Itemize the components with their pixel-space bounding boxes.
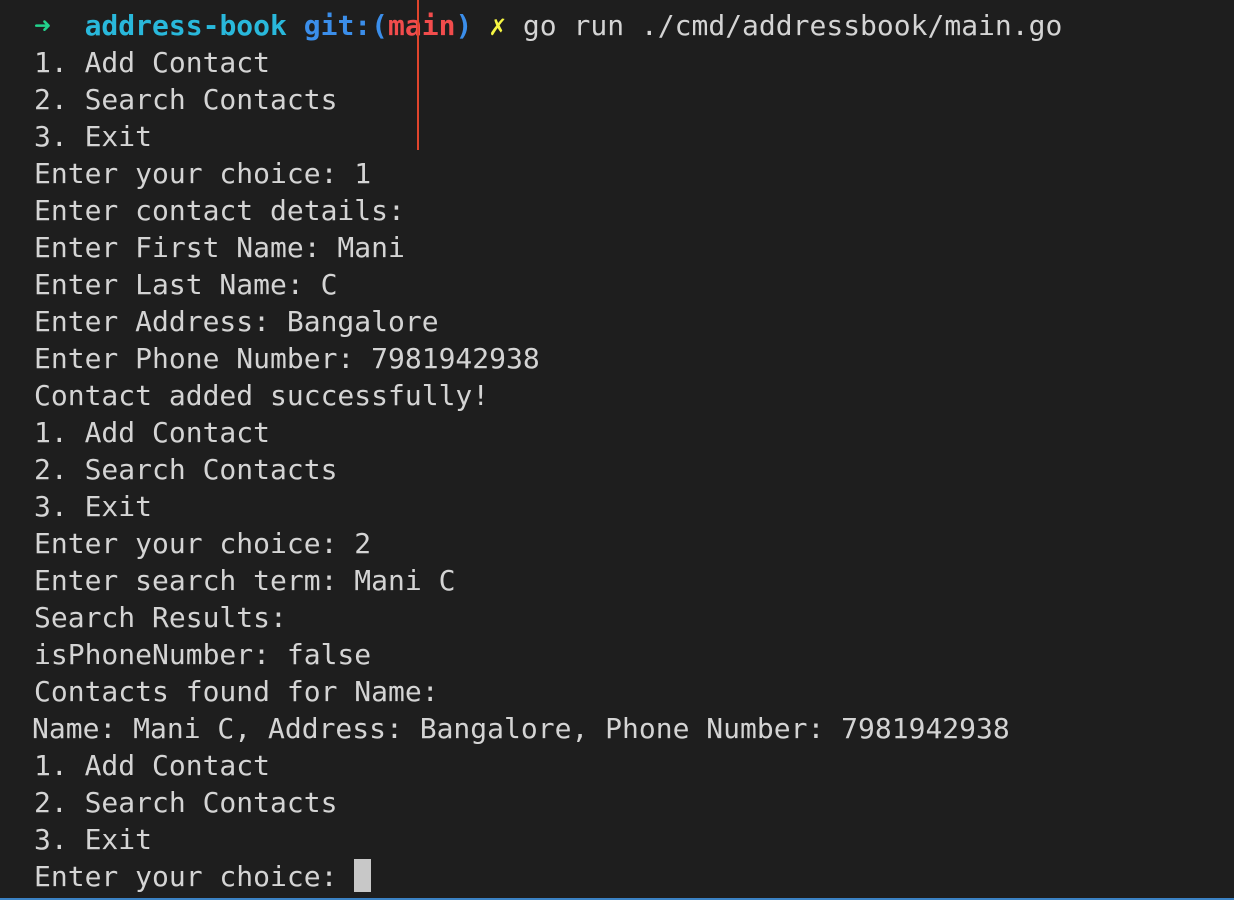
terminal-cursor <box>354 859 372 892</box>
output-line: Enter Phone Number: 7981942938 <box>34 342 540 375</box>
output-line: 1. Add Contact <box>34 749 271 782</box>
text-caret-marker <box>417 0 419 150</box>
output-line: 1. Add Contact <box>34 46 271 79</box>
prompt-dirty-icon: ✗ <box>489 9 507 42</box>
output-line: Enter search term: Mani C <box>34 564 456 597</box>
prompt-git-branch: main <box>388 9 456 42</box>
output-line: Enter First Name: Mani <box>34 231 405 264</box>
terminal-output: 1. Add Contact 2. Search Contacts 3. Exi… <box>32 44 1234 858</box>
output-line: Enter Last Name: C <box>34 268 338 301</box>
output-line: Name: Mani C, Address: Bangalore, Phone … <box>32 712 1010 745</box>
shell-prompt-line: ➜ address-book git:(main) ✗ go run ./cmd… <box>34 7 1234 44</box>
input-line[interactable]: Enter your choice: <box>34 858 1234 895</box>
terminal-window[interactable]: ➜ address-book git:(main) ✗ go run ./cmd… <box>0 0 1234 900</box>
input-prompt: Enter your choice: <box>34 860 355 893</box>
output-line: Enter your choice: 1 <box>34 157 372 190</box>
prompt-git-label: git:( <box>303 9 389 42</box>
output-line: 1. Add Contact <box>34 416 271 449</box>
output-line: 2. Search Contacts <box>34 83 338 116</box>
output-line: Enter contact details: <box>34 194 405 227</box>
output-line: 3. Exit <box>34 120 153 153</box>
output-line: isPhoneNumber: false <box>34 638 372 671</box>
output-line: Enter Address: Bangalore <box>34 305 439 338</box>
prompt-arrow-icon: ➜ <box>34 9 51 42</box>
output-line: 2. Search Contacts <box>34 453 338 486</box>
output-line: Enter your choice: 2 <box>34 527 372 560</box>
output-line: 3. Exit <box>34 823 153 856</box>
output-line: 3. Exit <box>34 490 153 523</box>
output-line: Contacts found for Name: <box>34 675 439 708</box>
prompt-git-close: ) <box>455 9 473 42</box>
prompt-directory: address-book <box>84 9 287 42</box>
prompt-command: go run ./cmd/addressbook/main.go <box>522 9 1063 42</box>
output-line: Search Results: <box>34 601 287 634</box>
output-line: Contact added successfully! <box>34 379 490 412</box>
output-line: 2. Search Contacts <box>34 786 338 819</box>
